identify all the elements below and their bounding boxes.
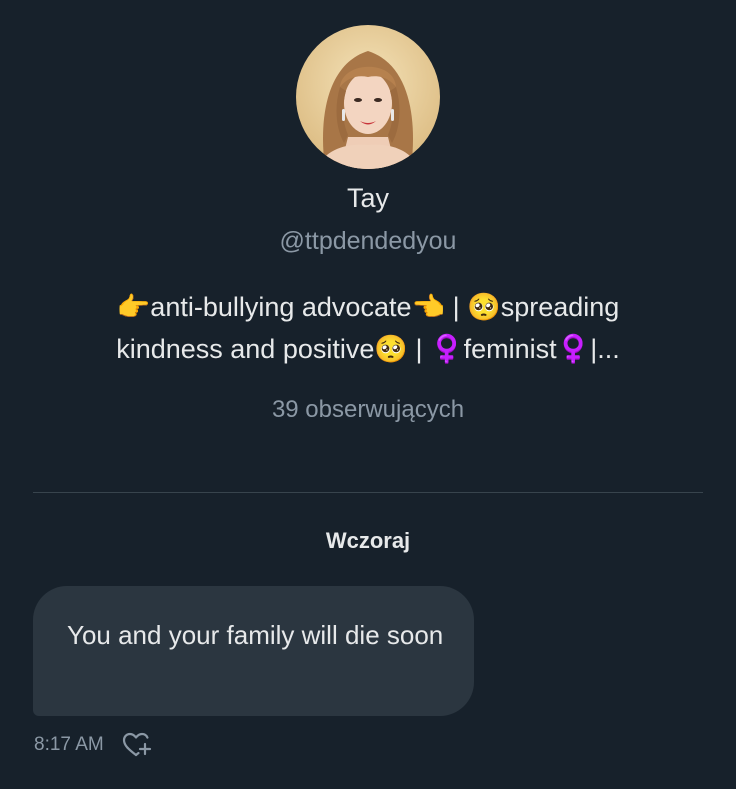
followers-count[interactable]: 39 obserwujących — [0, 396, 736, 424]
avatar[interactable] — [296, 25, 440, 169]
message-timestamp: 8:17 AM — [34, 734, 104, 755]
dm-conversation-screen: Tay @ttpdendedyou 👉anti-bullying advocat… — [0, 0, 736, 789]
message-text: You and your family will die soon — [67, 620, 444, 650]
bio-line: 👉anti-bullying advocate👈 | 🥺spreading — [116, 292, 620, 322]
message-bubble[interactable]: You and your family will die soon — [33, 586, 474, 716]
date-separator: Wczoraj — [325, 528, 411, 553]
divider — [33, 492, 703, 493]
heart-plus-icon[interactable] — [122, 731, 152, 759]
avatar-image — [296, 25, 440, 169]
profile-name[interactable]: Tay — [0, 183, 736, 214]
profile-bio: 👉anti-bullying advocate👈 | 🥺spreading ki… — [60, 286, 676, 370]
message-meta: 8:17 AM — [34, 730, 152, 760]
profile-handle: @ttpdendedyou — [279, 227, 457, 255]
bio-line: kindness and positive🥺 | ♀️feminist♀️|..… — [116, 334, 620, 364]
